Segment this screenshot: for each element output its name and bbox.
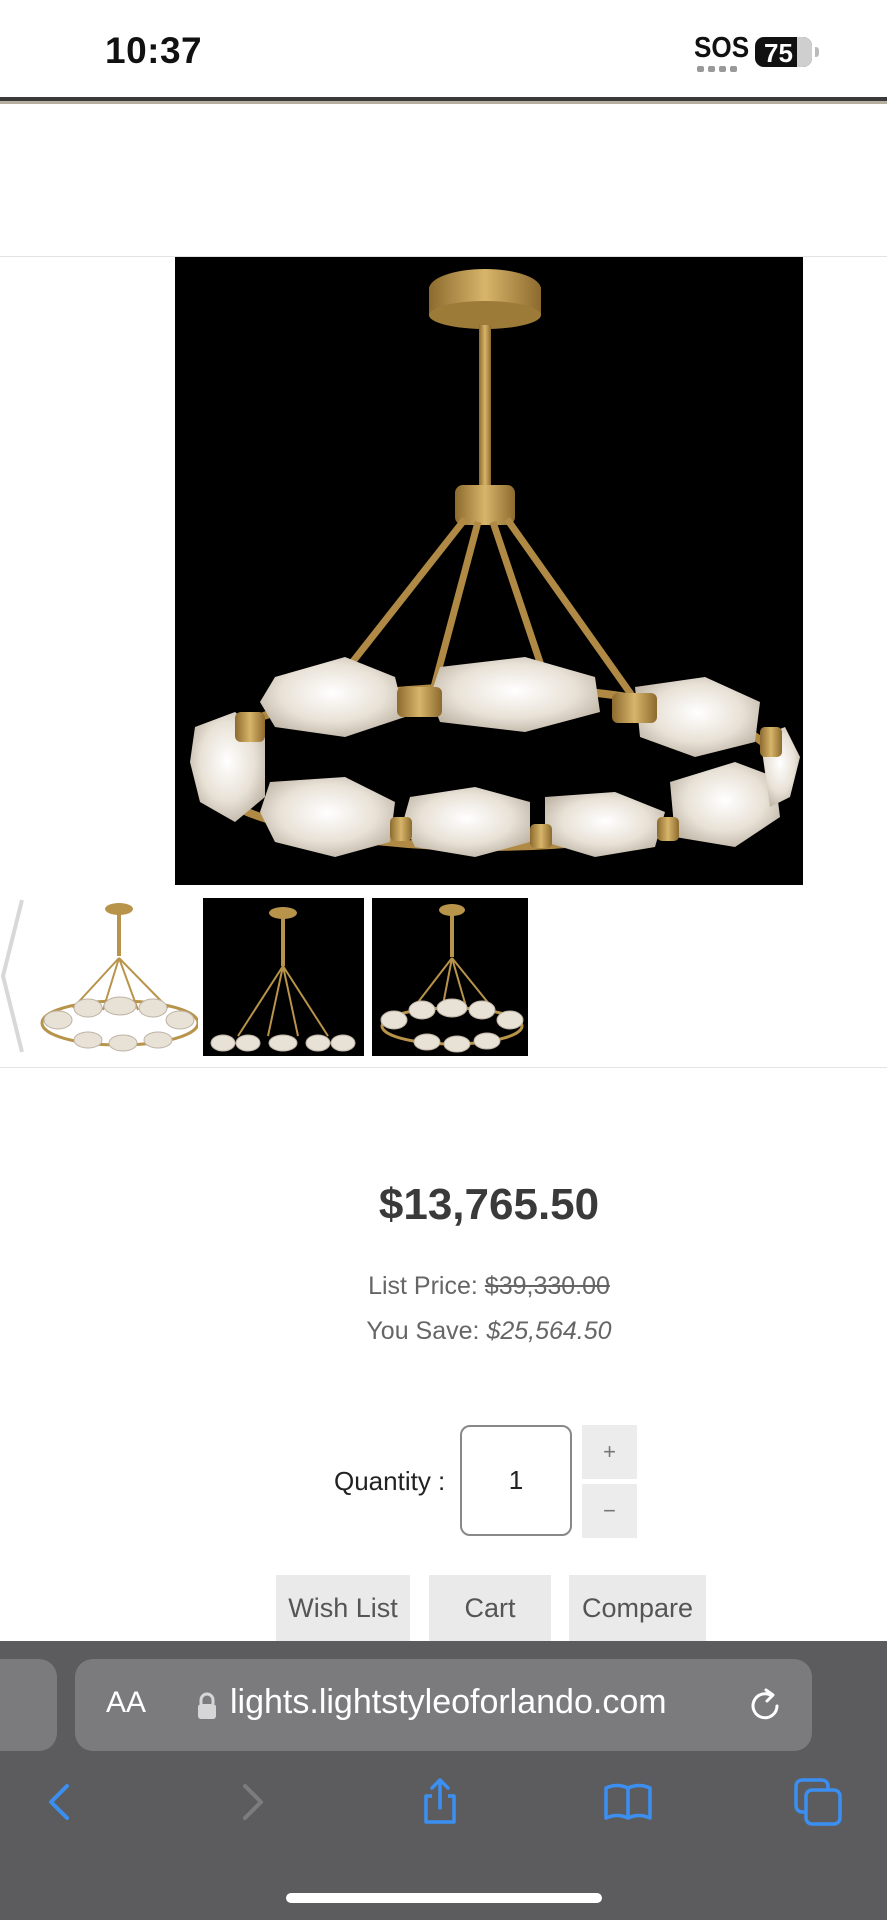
tabs-icon[interactable]	[792, 1776, 844, 1828]
divider	[0, 1067, 887, 1068]
battery-icon: 75	[755, 37, 812, 67]
forward-icon[interactable]	[226, 1776, 278, 1828]
product-price: $13,765.50	[378, 1180, 600, 1229]
back-icon[interactable]	[34, 1776, 86, 1828]
status-time: 10:37	[105, 30, 203, 71]
reload-icon[interactable]	[748, 1686, 784, 1724]
quantity-input[interactable]	[460, 1425, 572, 1536]
quantity-decrease-button[interactable]: −	[582, 1484, 637, 1538]
list-price: List Price: $39,330.00	[0, 1272, 887, 1301]
battery-level: 75	[764, 38, 793, 67]
cart-button[interactable]: Cart	[429, 1575, 551, 1641]
wish-list-button[interactable]: Wish List	[276, 1575, 410, 1641]
signal-dots-icon	[697, 66, 747, 72]
sos-indicator: SOS	[694, 32, 750, 64]
compare-button[interactable]: Compare	[569, 1575, 706, 1641]
url-text[interactable]: lights.lightstyleoforlando.com	[230, 1683, 667, 1722]
quantity-label: Quantity :	[334, 1466, 446, 1496]
list-price-value: $39,330.00	[484, 1272, 610, 1300]
thumbnail-1[interactable]	[28, 898, 198, 1056]
list-price-label: List Price:	[368, 1272, 478, 1300]
you-save-label: You Save:	[366, 1317, 480, 1345]
header-rule-accent	[0, 101, 887, 104]
reader-settings-button[interactable]: AA	[106, 1686, 146, 1720]
share-icon[interactable]	[414, 1776, 466, 1828]
thumbnail-2[interactable]	[203, 898, 364, 1056]
quantity-increase-button[interactable]: +	[582, 1425, 637, 1479]
chandelier-image	[190, 269, 800, 857]
thumbnail-prev-icon[interactable]	[0, 896, 26, 1056]
home-indicator	[286, 1893, 602, 1903]
lock-icon	[196, 1692, 218, 1720]
you-save: You Save: $25,564.50	[0, 1317, 887, 1346]
thumbnail-3[interactable]	[372, 898, 528, 1056]
product-main-image[interactable]	[175, 257, 803, 885]
previous-tab-preview[interactable]	[0, 1659, 57, 1751]
you-save-value: $25,564.50	[486, 1317, 612, 1345]
battery-cap	[815, 47, 819, 57]
bookmarks-icon[interactable]	[602, 1776, 654, 1828]
